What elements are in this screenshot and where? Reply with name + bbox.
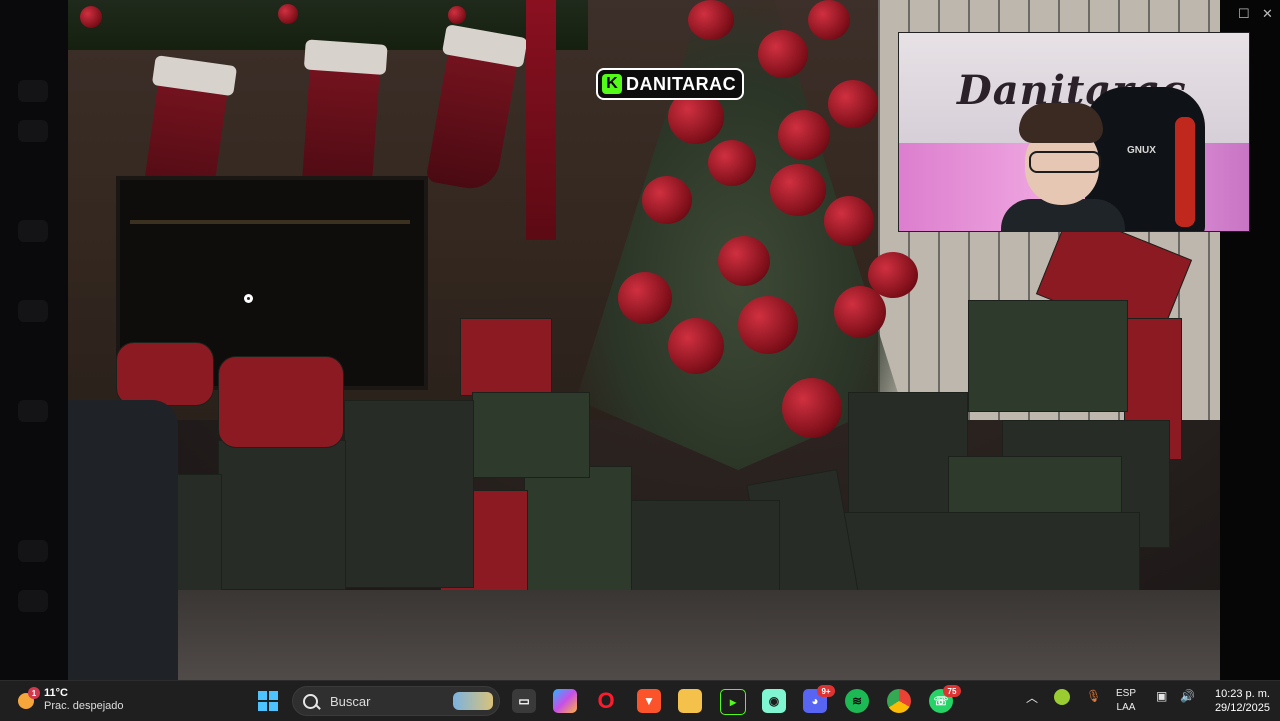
start-button[interactable]: [258, 691, 278, 711]
blurred-app-icon: [18, 540, 48, 562]
close-icon[interactable]: ✕: [1262, 6, 1273, 22]
streamer: [1001, 103, 1125, 231]
blurred-app-icon: [18, 220, 48, 242]
webcam-overlay: Danitarac GNUX: [898, 32, 1250, 232]
streamlabs-icon[interactable]: ◉: [762, 689, 786, 713]
gift-box: [344, 400, 474, 588]
search-highlight-icon: [453, 692, 493, 710]
blurred-app-icon: [18, 400, 48, 422]
ornament: [448, 6, 466, 24]
weather-condition: Prac. despejado: [44, 700, 124, 712]
side-panel: [0, 0, 68, 680]
maximize-icon[interactable]: ☐: [1238, 6, 1250, 22]
chevron-up-icon[interactable]: ︿: [1026, 689, 1038, 706]
notification-badge: 1: [28, 687, 40, 699]
gift-box: [472, 392, 590, 478]
system-clock[interactable]: 10:23 p. m. 29/12/2025: [1215, 687, 1270, 715]
folder-icon[interactable]: [678, 689, 702, 713]
weather-temperature: 11°C: [44, 687, 68, 699]
streamer-nameplate: K DANITARAC: [596, 68, 745, 100]
tissue-paper: [116, 342, 214, 406]
weather-icon: 1: [16, 687, 40, 711]
chrome-icon[interactable]: [887, 689, 911, 713]
opera-icon[interactable]: O: [594, 688, 618, 713]
task-view-icon[interactable]: ▭: [512, 689, 536, 713]
whatsapp-icon[interactable]: ☏ 75: [929, 685, 961, 713]
gift-bag: [218, 440, 346, 590]
network-icon[interactable]: ▣: [1156, 689, 1167, 703]
gift-box: [460, 318, 552, 396]
whatsapp-badge: 75: [943, 685, 961, 697]
gift-box: [968, 300, 1128, 412]
blurred-app-icon: [18, 300, 48, 322]
search-icon: [303, 693, 318, 709]
blurred-app-icon: [18, 590, 48, 612]
spotify-icon[interactable]: ≋: [845, 689, 869, 713]
brave-icon[interactable]: ▼: [637, 689, 661, 713]
chair-brand: GNUX: [1127, 145, 1156, 156]
kick-studio-icon[interactable]: ▸: [720, 689, 746, 715]
app-tray-icon[interactable]: [1054, 689, 1070, 705]
gift-box: [524, 466, 632, 602]
search-label: Buscar: [330, 693, 371, 709]
mouse-cursor: [244, 294, 253, 303]
discord-icon[interactable]: ◕ 9+: [803, 685, 835, 713]
floor: [168, 590, 1220, 680]
couch: [68, 400, 178, 680]
discord-badge: 9+: [817, 685, 835, 697]
kick-icon: K: [602, 74, 622, 94]
copilot-icon[interactable]: [553, 689, 577, 713]
weather-widget[interactable]: 1 11°C Prac. despejado: [16, 687, 124, 713]
blurred-app-icon: [18, 120, 48, 142]
blurred-app-icon: [18, 80, 48, 102]
ornament: [80, 6, 102, 28]
ornament: [278, 4, 298, 24]
search-box[interactable]: Buscar: [292, 686, 500, 716]
language-indicator[interactable]: ESP LAA: [1116, 687, 1136, 715]
keyboard-layout: LAA: [1116, 702, 1136, 713]
volume-icon[interactable]: 🔊: [1180, 689, 1195, 703]
taskbar: 1 11°C Prac. despejado Buscar ▭ O ▼ ▸ ◉ …: [0, 680, 1280, 721]
language-code: ESP: [1116, 688, 1137, 699]
streamer-name: DANITARAC: [626, 73, 737, 94]
clock-date: 29/12/2025: [1214, 702, 1270, 714]
microphone-icon[interactable]: 🎙: [1086, 689, 1101, 703]
clock-time: 10:23 p. m.: [1214, 688, 1270, 700]
tissue-paper: [218, 356, 344, 448]
